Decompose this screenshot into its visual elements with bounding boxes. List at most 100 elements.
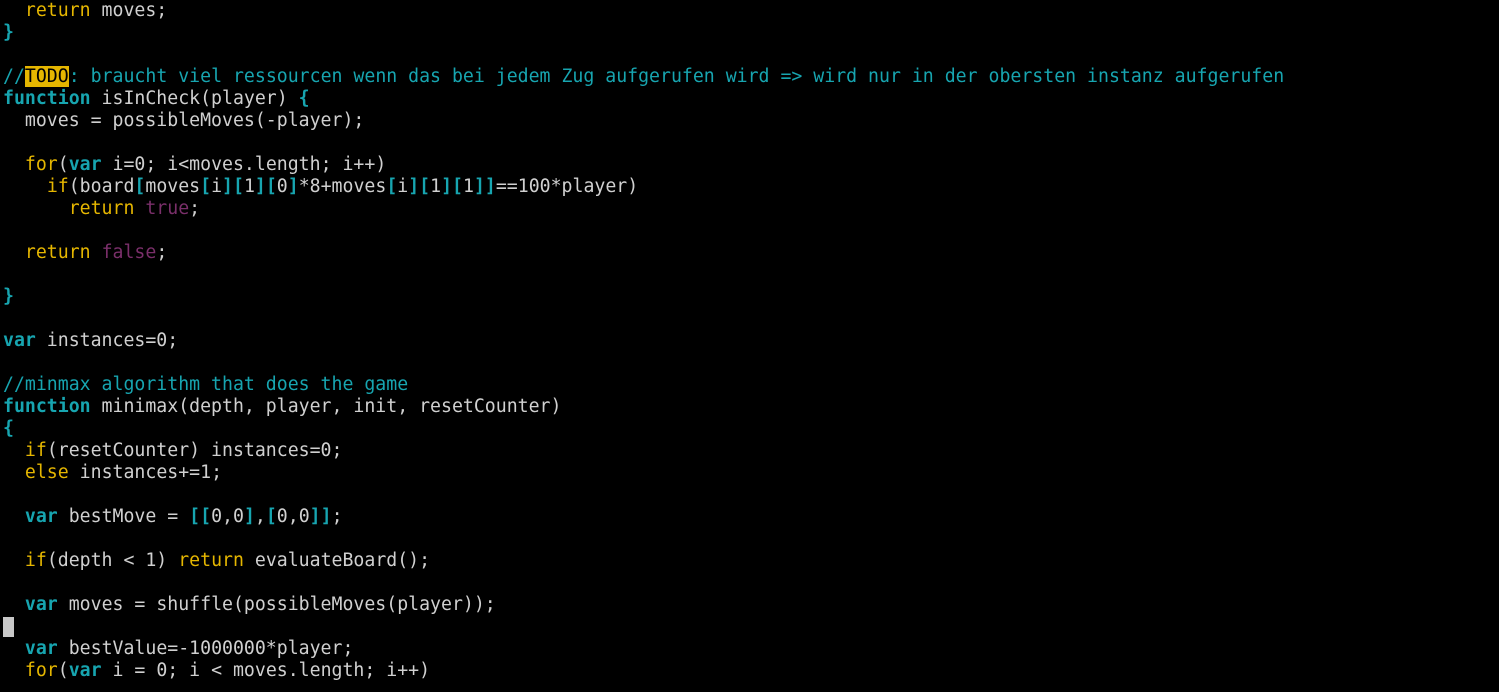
code-line[interactable] (3, 572, 1499, 594)
code-token: if (46, 176, 69, 197)
code-line[interactable]: moves = possibleMoves(-player); (3, 110, 1499, 132)
code-token: 0,0 (211, 506, 244, 527)
code-token: [ (265, 506, 277, 527)
code-token: function (3, 396, 91, 417)
code-token: moves (145, 176, 201, 197)
code-token: else (24, 462, 69, 483)
code-token: return (24, 242, 91, 263)
code-line[interactable]: function minimax(depth, player, init, re… (3, 396, 1499, 418)
code-token: ] (243, 506, 255, 527)
code-token: if (24, 440, 47, 461)
code-token: { (3, 418, 14, 439)
code-token: i=0; i<moves.length; i++) (101, 154, 387, 175)
code-token: i (211, 176, 223, 197)
code-token: for (24, 660, 58, 681)
code-line[interactable]: if(depth < 1) return evaluateBoard(); (3, 550, 1499, 572)
code-line[interactable]: return moves; (3, 0, 1499, 22)
code-token: isInCheck(player) (90, 88, 299, 109)
code-token: [ (386, 176, 398, 197)
code-token: i = 0; i < moves.length; i++) (101, 660, 431, 681)
code-line[interactable]: for(var i=0; i<moves.length; i++) (3, 154, 1499, 176)
text-cursor (3, 617, 14, 637)
code-line[interactable] (3, 352, 1499, 374)
code-token: var (68, 660, 102, 681)
code-line[interactable]: var bestMove = [[0,0],[0,0]]; (3, 506, 1499, 528)
code-token: var (68, 154, 102, 175)
code-line[interactable] (3, 132, 1499, 154)
code-line[interactable]: var moves = shuffle(possibleMoves(player… (3, 594, 1499, 616)
code-token: var (24, 594, 58, 615)
code-line[interactable]: function isInCheck(player) { (3, 88, 1499, 110)
code-token: ; (156, 242, 168, 263)
code-token: } (3, 22, 14, 43)
code-line[interactable] (3, 616, 1499, 638)
code-token: minimax(depth, player, init, resetCounte… (90, 396, 562, 417)
code-line[interactable] (3, 528, 1499, 550)
code-token: : braucht viel ressourcen wenn das bei j… (68, 66, 1285, 87)
code-token: return (24, 0, 91, 21)
code-token: false (101, 242, 157, 263)
code-line[interactable]: else instances+=1; (3, 462, 1499, 484)
code-token: moves = possibleMoves(-player); (3, 110, 365, 131)
code-line[interactable] (3, 220, 1499, 242)
code-line[interactable]: //minmax algorithm that does the game (3, 374, 1499, 396)
code-line[interactable]: if(board[moves[i][1][0]*8+moves[i][1][1]… (3, 176, 1499, 198)
code-line[interactable]: for(var i = 0; i < moves.length; i++) (3, 660, 1499, 682)
code-token: ( (57, 154, 69, 175)
code-line[interactable]: return false; (3, 242, 1499, 264)
code-token: //minmax algorithm that does the game (3, 374, 409, 395)
code-token: [ (134, 176, 146, 197)
code-token: 1 (462, 176, 474, 197)
code-line[interactable]: //TODO: braucht viel ressourcen wenn das… (3, 66, 1499, 88)
code-token: instances+=1; (68, 462, 223, 483)
code-token: bestMove = (57, 506, 190, 527)
code-line[interactable]: if(resetCounter) instances=0; (3, 440, 1499, 462)
code-line[interactable]: var bestValue=-1000000*player; (3, 638, 1499, 660)
code-token: ( (57, 660, 69, 681)
code-token: ][ (222, 176, 244, 197)
code-line[interactable]: return true; (3, 198, 1499, 220)
code-token: // (3, 66, 25, 87)
code-token: *8+moves (298, 176, 387, 197)
code-editor[interactable]: return moves;} //TODO: braucht viel resso… (0, 0, 1499, 692)
code-token: , (254, 506, 266, 527)
code-token: ]] (473, 176, 496, 197)
code-token: moves = shuffle(possibleMoves(player)); (57, 594, 496, 615)
code-token: ][ (408, 176, 431, 197)
code-token: ==100*player) (495, 176, 639, 197)
code-token: (board (68, 176, 135, 197)
code-line[interactable] (3, 484, 1499, 506)
code-token: { (298, 88, 310, 109)
code-token: instances=0; (35, 330, 179, 351)
code-line[interactable]: } (3, 22, 1499, 44)
code-line[interactable]: var instances=0; (3, 330, 1499, 352)
code-token: ]] (309, 506, 332, 527)
code-line[interactable] (3, 308, 1499, 330)
code-token: 1 (430, 176, 442, 197)
code-token: ; (189, 198, 201, 219)
code-token: ] (287, 176, 299, 197)
code-token: [ (200, 176, 212, 197)
code-token: evaluateBoard(); (243, 550, 431, 571)
code-line[interactable]: { (3, 418, 1499, 440)
code-line[interactable]: } (3, 286, 1499, 308)
code-token: if (24, 550, 47, 571)
code-token: [[ (189, 506, 212, 527)
code-token: ][ (254, 176, 277, 197)
code-line[interactable] (3, 264, 1499, 286)
code-token: var (24, 638, 58, 659)
code-token: 1 (243, 176, 255, 197)
code-token: 0 (276, 176, 288, 197)
code-line[interactable] (3, 44, 1499, 66)
